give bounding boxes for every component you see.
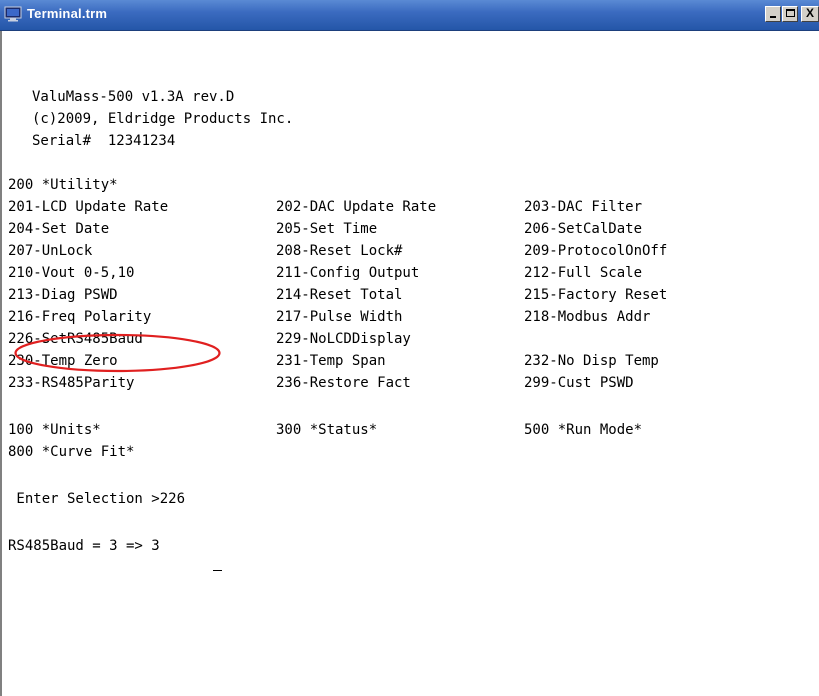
menu-item: 299-Cust PSWD — [524, 375, 634, 391]
terminal-window: Terminal.trm X ValuMass-500 v1.3A rev.D … — [0, 0, 819, 696]
menu-item: 201-LCD Update Rate — [8, 199, 169, 215]
terminal-monitor-icon — [4, 6, 22, 22]
close-button[interactable]: X — [801, 6, 819, 22]
window-title: Terminal.trm — [27, 6, 108, 21]
minimize-icon — [770, 16, 776, 18]
menu-item: 215-Factory Reset — [524, 287, 668, 303]
menu-item: 209-ProtocolOnOff — [524, 243, 668, 259]
maximize-icon — [786, 9, 795, 17]
close-icon: X — [805, 6, 814, 20]
menu-item: 206-SetCalDate — [524, 221, 643, 237]
menu-item: 207-UnLock — [8, 243, 93, 259]
text-cursor — [213, 570, 222, 571]
copyright-line: (c)2009, Eldridge Products Inc. — [32, 111, 294, 127]
minimize-button[interactable] — [765, 6, 781, 22]
mode-item: 100 *Units* — [8, 422, 101, 438]
menu-item: 212-Full Scale — [524, 265, 643, 281]
device-version: ValuMass-500 v1.3A rev.D — [32, 89, 235, 105]
menu-item: 204-Set Date — [8, 221, 110, 237]
menu-item: 213-Diag PSWD — [8, 287, 118, 303]
menu-item: 211-Config Output — [276, 265, 420, 281]
terminal-output[interactable]: ValuMass-500 v1.3A rev.D (c)2009, Eldrid… — [0, 31, 819, 696]
menu-item: 217-Pulse Width — [276, 309, 403, 325]
menu-item: 233-RS485Parity — [8, 375, 135, 391]
maximize-button[interactable] — [782, 6, 798, 22]
mode-item: 500 *Run Mode* — [524, 422, 643, 438]
menu-item: 202-DAC Update Rate — [276, 199, 437, 215]
menu-item: 205-Set Time — [276, 221, 378, 237]
serial-number: Serial# 12341234 — [32, 133, 176, 149]
menu-item: 216-Freq Polarity — [8, 309, 152, 325]
menu-item: 232-No Disp Temp — [524, 353, 659, 369]
menu-item: 208-Reset Lock# — [276, 243, 403, 259]
menu-item-highlighted: 226-SetRS485Baud — [8, 331, 143, 347]
section-utility: 200 *Utility* — [8, 177, 118, 193]
menu-item: 229-NoLCDDisplay — [276, 331, 411, 347]
mode-item: 800 *Curve Fit* — [8, 444, 135, 460]
menu-item: 218-Modbus Addr — [524, 309, 651, 325]
mode-item: 300 *Status* — [276, 422, 378, 438]
menu-item: 230-Temp Zero — [8, 353, 118, 369]
menu-item: 214-Reset Total — [276, 287, 403, 303]
title-bar[interactable]: Terminal.trm X — [0, 0, 819, 31]
menu-item: 231-Temp Span — [276, 353, 386, 369]
menu-item: 203-DAC Filter — [524, 199, 643, 215]
menu-item: 210-Vout 0-5,10 — [8, 265, 135, 281]
selection-prompt: Enter Selection >226 — [8, 491, 186, 507]
command-response: RS485Baud = 3 => 3 — [8, 538, 160, 554]
menu-item: 236-Restore Fact — [276, 375, 411, 391]
